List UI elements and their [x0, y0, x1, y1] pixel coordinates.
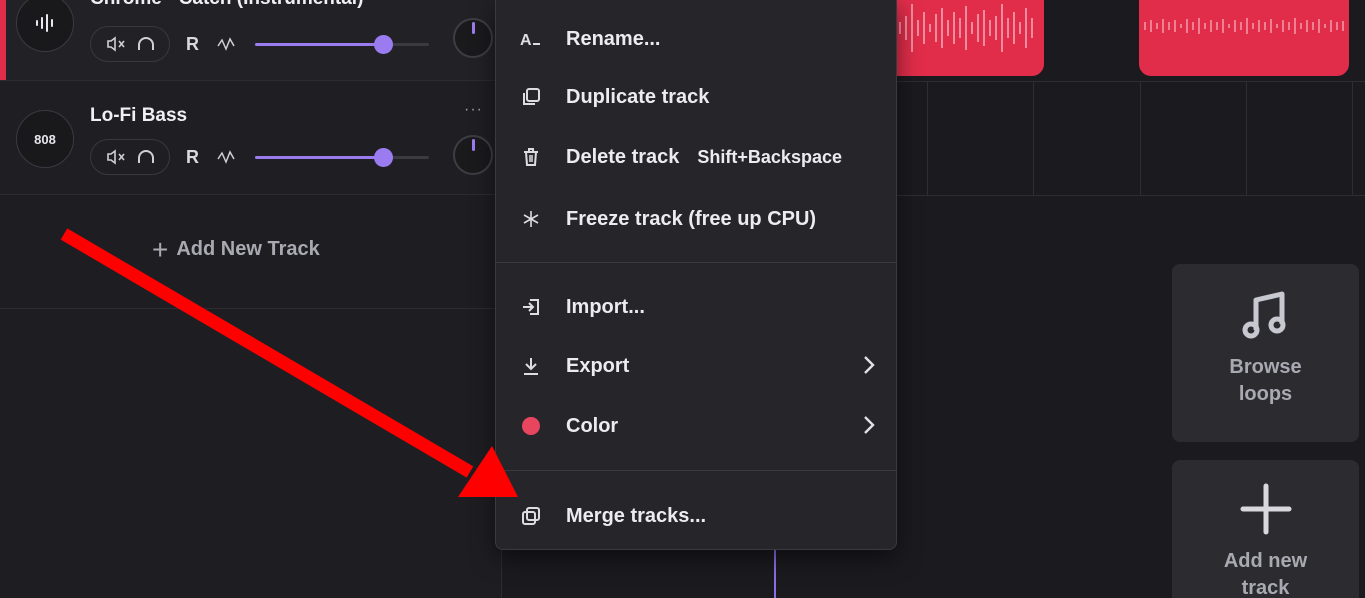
- plus-icon: +: [152, 233, 169, 265]
- track-color-strip: [0, 0, 6, 80]
- menu-item-merge-tracks[interactable]: Merge tracks...: [496, 493, 896, 539]
- menu-item-rename[interactable]: A Rename...: [496, 16, 896, 62]
- track-more-button[interactable]: ···: [464, 101, 483, 119]
- track-row[interactable]: 808 Lo-Fi Bass ··· R: [0, 81, 502, 195]
- grid-line: [1033, 81, 1034, 195]
- download-icon: [496, 356, 566, 376]
- browse-loops-button[interactable]: Browse loops: [1172, 264, 1359, 442]
- menu-item-freeze-track[interactable]: Freeze track (free up CPU): [496, 196, 896, 242]
- audio-clip[interactable]: [880, 0, 1044, 76]
- import-icon: [496, 297, 566, 317]
- pan-knob[interactable]: [453, 135, 493, 175]
- automation-icon[interactable]: [217, 148, 237, 166]
- track-context-menu: A Rename... Duplicate track Delete track…: [495, 0, 897, 550]
- volume-slider-thumb[interactable]: [374, 148, 393, 167]
- rename-icon: A: [496, 30, 566, 48]
- mute-icon[interactable]: [106, 36, 128, 52]
- playhead[interactable]: [774, 548, 776, 598]
- color-dot-icon: [496, 417, 566, 435]
- snowflake-icon: [496, 209, 566, 229]
- waveform-icon: [36, 14, 53, 32]
- mute-solo-group: [90, 26, 170, 62]
- menu-item-delete-track[interactable]: Delete track Shift+Backspace: [496, 134, 896, 180]
- menu-item-color[interactable]: Color: [496, 403, 896, 449]
- pan-knob[interactable]: [453, 18, 493, 58]
- audio-clip[interactable]: [1139, 0, 1349, 76]
- menu-item-export[interactable]: Export: [496, 343, 896, 389]
- track-name[interactable]: Chrome - Catch (Instrumental): [90, 0, 363, 10]
- add-new-track-label: Add New Track: [176, 238, 320, 260]
- chevron-right-icon: [864, 356, 875, 374]
- menu-item-import[interactable]: Import...: [496, 284, 896, 330]
- merge-icon: [496, 506, 566, 526]
- grid-line: [1246, 81, 1247, 195]
- track-controls: R: [90, 26, 429, 62]
- add-new-track-button[interactable]: + Add New Track: [152, 233, 320, 265]
- mute-icon[interactable]: [106, 149, 128, 165]
- volume-slider-thumb[interactable]: [374, 35, 393, 54]
- track-name[interactable]: Lo-Fi Bass: [90, 105, 187, 127]
- record-arm-button[interactable]: R: [186, 147, 199, 168]
- plus-icon: [1240, 483, 1291, 535]
- add-new-track-card[interactable]: Add new track: [1172, 460, 1359, 598]
- track-row[interactable]: Chrome - Catch (Instrumental) R: [0, 0, 502, 81]
- clip-waveform: [887, 4, 1033, 52]
- headphones-icon[interactable]: [137, 149, 155, 165]
- record-arm-button[interactable]: R: [186, 34, 199, 55]
- automation-icon[interactable]: [217, 35, 237, 53]
- menu-separator: [496, 470, 896, 471]
- trash-icon: [496, 147, 566, 167]
- volume-slider[interactable]: [255, 35, 429, 54]
- add-new-track-card-label: Add new track: [1223, 550, 1308, 598]
- volume-slider[interactable]: [255, 148, 429, 167]
- delete-shortcut: Shift+Backspace: [697, 146, 842, 167]
- divider: [0, 308, 502, 309]
- menu-separator: [496, 262, 896, 263]
- clip-waveform: [1144, 18, 1344, 34]
- track-avatar[interactable]: 808: [16, 110, 74, 168]
- track-panel: Chrome - Catch (Instrumental) R: [0, 0, 502, 598]
- track-controls: R: [90, 139, 429, 175]
- mute-solo-group: [90, 139, 170, 175]
- music-note-icon: [1242, 291, 1285, 339]
- track-avatar[interactable]: [16, 0, 74, 52]
- browse-loops-label: Browse loops: [1229, 356, 1302, 405]
- chevron-right-icon: [864, 416, 875, 434]
- duplicate-icon: [496, 87, 566, 107]
- grid-line: [1352, 81, 1353, 195]
- menu-item-duplicate-track[interactable]: Duplicate track: [496, 74, 896, 120]
- svg-text:A: A: [520, 32, 532, 48]
- headphones-icon[interactable]: [137, 36, 155, 52]
- grid-line: [927, 81, 928, 195]
- grid-line: [1140, 81, 1141, 195]
